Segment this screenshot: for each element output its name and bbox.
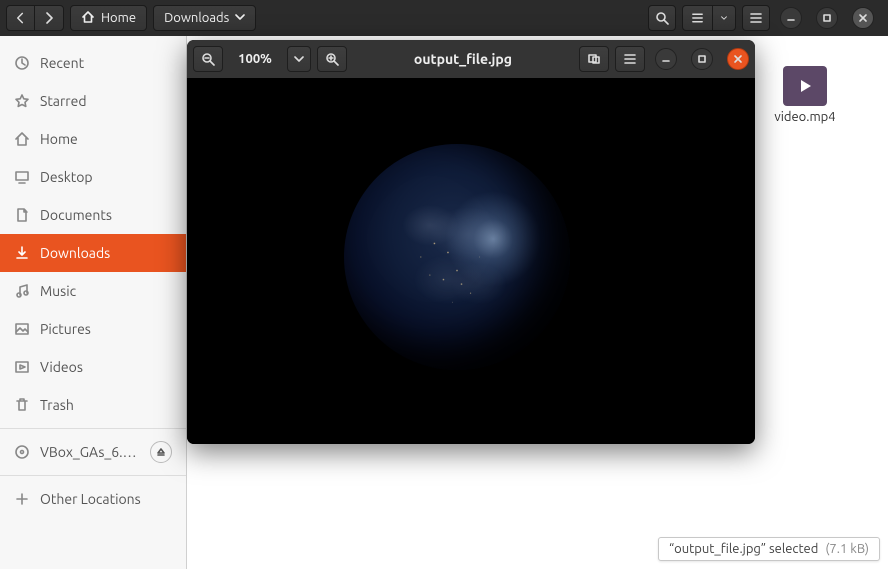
file-manager-window-controls xyxy=(780,7,874,29)
sidebar-divider xyxy=(0,475,186,476)
sidebar-item-label: Desktop xyxy=(40,169,93,185)
disc-icon xyxy=(14,444,30,460)
presentation-button[interactable] xyxy=(579,46,609,72)
plus-icon xyxy=(14,491,30,507)
status-text: “output_file.jpg” selected xyxy=(669,542,818,556)
image-viewer-header: 100% output_file.jpg xyxy=(187,40,755,78)
viewer-maximize-button[interactable] xyxy=(691,48,713,70)
sidebar-item-pictures[interactable]: Pictures xyxy=(0,310,186,348)
sidebar-item-label: Videos xyxy=(40,359,83,375)
sidebar-item-label: Recent xyxy=(40,55,84,71)
desktop-icon xyxy=(14,169,30,185)
sidebar-divider xyxy=(0,428,186,429)
status-size: (7.1 kB) xyxy=(825,542,869,556)
trash-icon xyxy=(14,397,30,413)
breadcrumb-downloads[interactable]: Downloads xyxy=(153,5,256,31)
forward-button[interactable] xyxy=(35,6,63,30)
zoom-level: 100% xyxy=(229,52,281,66)
sidebar-item-downloads[interactable]: Downloads xyxy=(0,234,186,272)
sidebar-item-trash[interactable]: Trash xyxy=(0,386,186,424)
music-icon xyxy=(14,283,30,299)
sidebar-item-recent[interactable]: Recent xyxy=(0,44,186,82)
eject-button[interactable] xyxy=(150,441,172,463)
zoom-dropdown-button[interactable] xyxy=(287,46,311,72)
sidebar-item-label: Home xyxy=(40,131,78,147)
viewer-minimize-button[interactable] xyxy=(655,48,677,70)
sidebar-item-label: Downloads xyxy=(40,245,110,261)
image-content-earth xyxy=(344,144,570,370)
breadcrumb-home[interactable]: Home xyxy=(70,5,147,31)
sidebar-item-label: VBox_GAs_6.… xyxy=(40,444,137,460)
sidebar-item-label: Documents xyxy=(40,207,112,223)
view-dropdown-button[interactable] xyxy=(713,6,735,30)
downloads-icon xyxy=(14,245,30,261)
close-button[interactable] xyxy=(852,7,874,29)
minimize-button[interactable] xyxy=(780,7,802,29)
pictures-icon xyxy=(14,321,30,337)
file-label: video.mp4 xyxy=(774,110,835,124)
status-bar: “output_file.jpg” selected (7.1 kB) xyxy=(658,537,880,561)
zoom-in-button[interactable] xyxy=(317,46,347,72)
sidebar-item-label: Pictures xyxy=(40,321,91,337)
view-mode-group xyxy=(682,5,736,31)
sidebar-item-label: Music xyxy=(40,283,76,299)
sidebar-item-music[interactable]: Music xyxy=(0,272,186,310)
breadcrumb: Home Downloads xyxy=(70,5,256,31)
sidebar-item-videos[interactable]: Videos xyxy=(0,348,186,386)
sidebar: Recent Starred Home Desktop Documents Do… xyxy=(0,36,187,569)
file-item-video[interactable]: video.mp4 xyxy=(760,66,850,124)
nav-back-forward xyxy=(6,5,64,31)
breadcrumb-downloads-label: Downloads xyxy=(164,11,229,25)
home-icon xyxy=(14,131,30,147)
zoom-out-button[interactable] xyxy=(193,46,223,72)
sidebar-item-label: Starred xyxy=(40,93,87,109)
sidebar-item-documents[interactable]: Documents xyxy=(0,196,186,234)
sidebar-item-desktop[interactable]: Desktop xyxy=(0,158,186,196)
search-button[interactable] xyxy=(648,5,676,31)
hamburger-menu-button[interactable] xyxy=(742,5,770,31)
sidebar-item-home[interactable]: Home xyxy=(0,120,186,158)
image-viewer-window: 100% output_file.jpg xyxy=(187,40,755,444)
image-viewer-title: output_file.jpg xyxy=(353,51,573,67)
viewer-close-button[interactable] xyxy=(727,48,749,70)
viewer-menu-button[interactable] xyxy=(615,46,645,72)
back-button[interactable] xyxy=(7,6,35,30)
video-file-icon xyxy=(783,66,827,106)
documents-icon xyxy=(14,207,30,223)
maximize-button[interactable] xyxy=(816,7,838,29)
file-manager-header: Home Downloads xyxy=(0,0,888,36)
clock-icon xyxy=(14,55,30,71)
sidebar-item-other-locations[interactable]: Other Locations xyxy=(0,480,186,518)
image-viewer-canvas[interactable] xyxy=(187,78,755,444)
breadcrumb-home-label: Home xyxy=(101,11,136,25)
sidebar-item-label: Other Locations xyxy=(40,491,141,507)
videos-icon xyxy=(14,359,30,375)
sidebar-item-label: Trash xyxy=(40,397,74,413)
list-view-button[interactable] xyxy=(683,6,713,30)
sidebar-item-starred[interactable]: Starred xyxy=(0,82,186,120)
chevron-down-icon xyxy=(235,11,245,25)
sidebar-item-disk[interactable]: VBox_GAs_6.… xyxy=(0,433,186,471)
home-icon xyxy=(81,10,95,27)
star-icon xyxy=(14,93,30,109)
image-viewer-window-controls xyxy=(655,48,749,70)
